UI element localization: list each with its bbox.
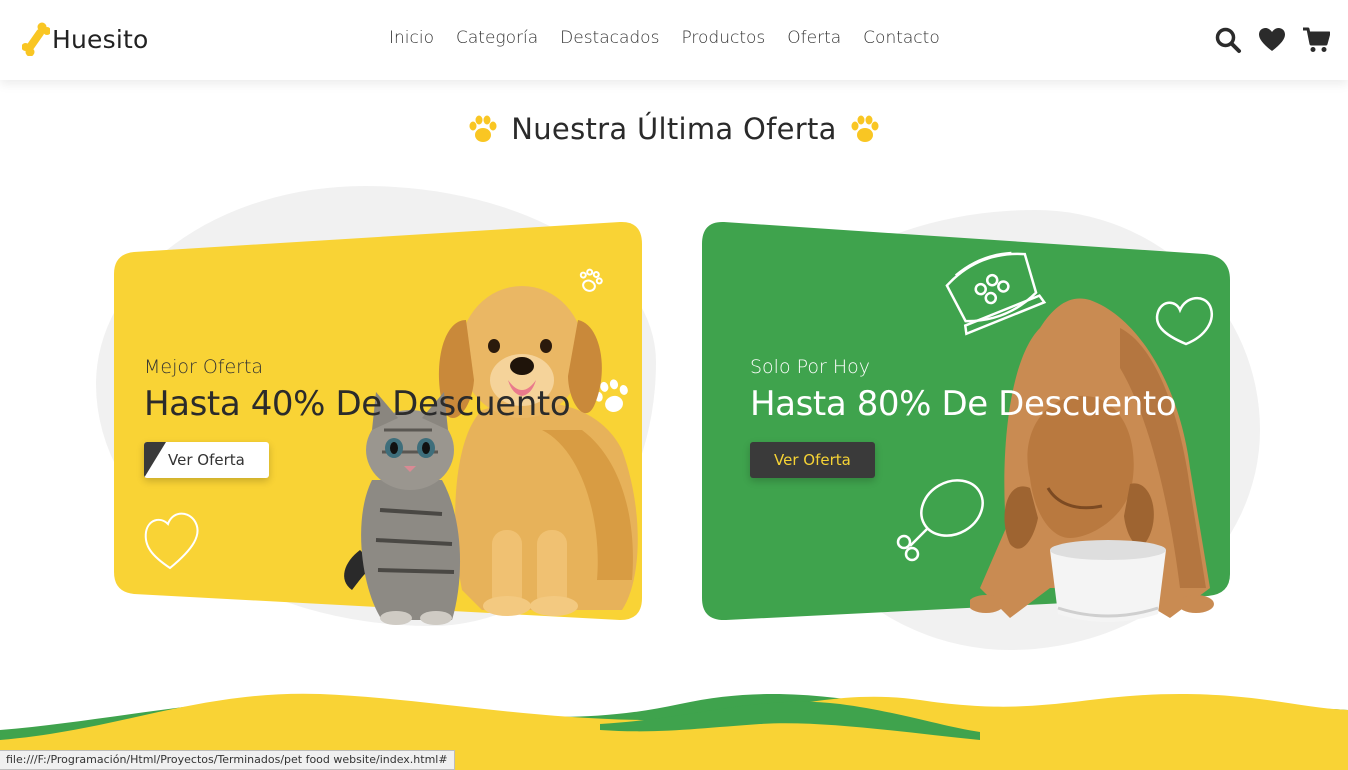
header-icons xyxy=(1198,26,1331,54)
nav-inicio[interactable]: Inicio xyxy=(389,28,434,48)
cart-icon[interactable] xyxy=(1302,26,1331,54)
nav-oferta[interactable]: Oferta xyxy=(787,28,841,48)
offer-headline: Hasta 40% De Descuento xyxy=(144,384,571,424)
offer-subtitle: Solo Por Hoy xyxy=(750,356,871,378)
page: Huesito Inicio Categoría Destacados Prod… xyxy=(0,0,1348,770)
ver-oferta-button[interactable]: Ver Oferta xyxy=(750,442,875,478)
offer-card-1: Mejor Oferta Hasta 40% De Descuento Ver … xyxy=(112,220,644,625)
section-heading: Nuestra Última Oferta xyxy=(0,112,1348,146)
nav-destacados[interactable]: Destacados xyxy=(560,28,659,48)
main-nav: Inicio Categoría Destacados Productos Of… xyxy=(389,28,962,48)
heart-icon[interactable] xyxy=(1258,26,1286,54)
offer-text: Mejor Oferta Hasta 40% De Descuento Ver … xyxy=(144,356,571,482)
search-icon[interactable] xyxy=(1214,26,1242,54)
brand-name: Huesito xyxy=(52,24,149,54)
browser-status-bar: file:///F:/Programación/Html/Proyectos/T… xyxy=(0,750,455,770)
offer-card-2: Solo Por Hoy Hasta 80% De Descuento Ver … xyxy=(700,220,1232,622)
offer-text: Solo Por Hoy Hasta 80% De Descuento Ver … xyxy=(750,356,1177,478)
ver-oferta-button[interactable]: Ver Oferta xyxy=(144,442,269,478)
header: Huesito Inicio Categoría Destacados Prod… xyxy=(0,0,1348,80)
nav-categoria[interactable]: Categoría xyxy=(456,28,538,48)
offer-headline: Hasta 80% De Descuento xyxy=(750,384,1177,424)
section-title: Nuestra Última Oferta xyxy=(511,112,837,146)
bone-icon xyxy=(22,22,50,56)
paw-icon xyxy=(851,115,879,142)
paw-icon xyxy=(469,115,497,142)
nav-contacto[interactable]: Contacto xyxy=(863,28,940,48)
offer-subtitle: Mejor Oferta xyxy=(144,356,264,378)
logo[interactable]: Huesito xyxy=(22,22,149,56)
nav-productos[interactable]: Productos xyxy=(681,28,765,48)
